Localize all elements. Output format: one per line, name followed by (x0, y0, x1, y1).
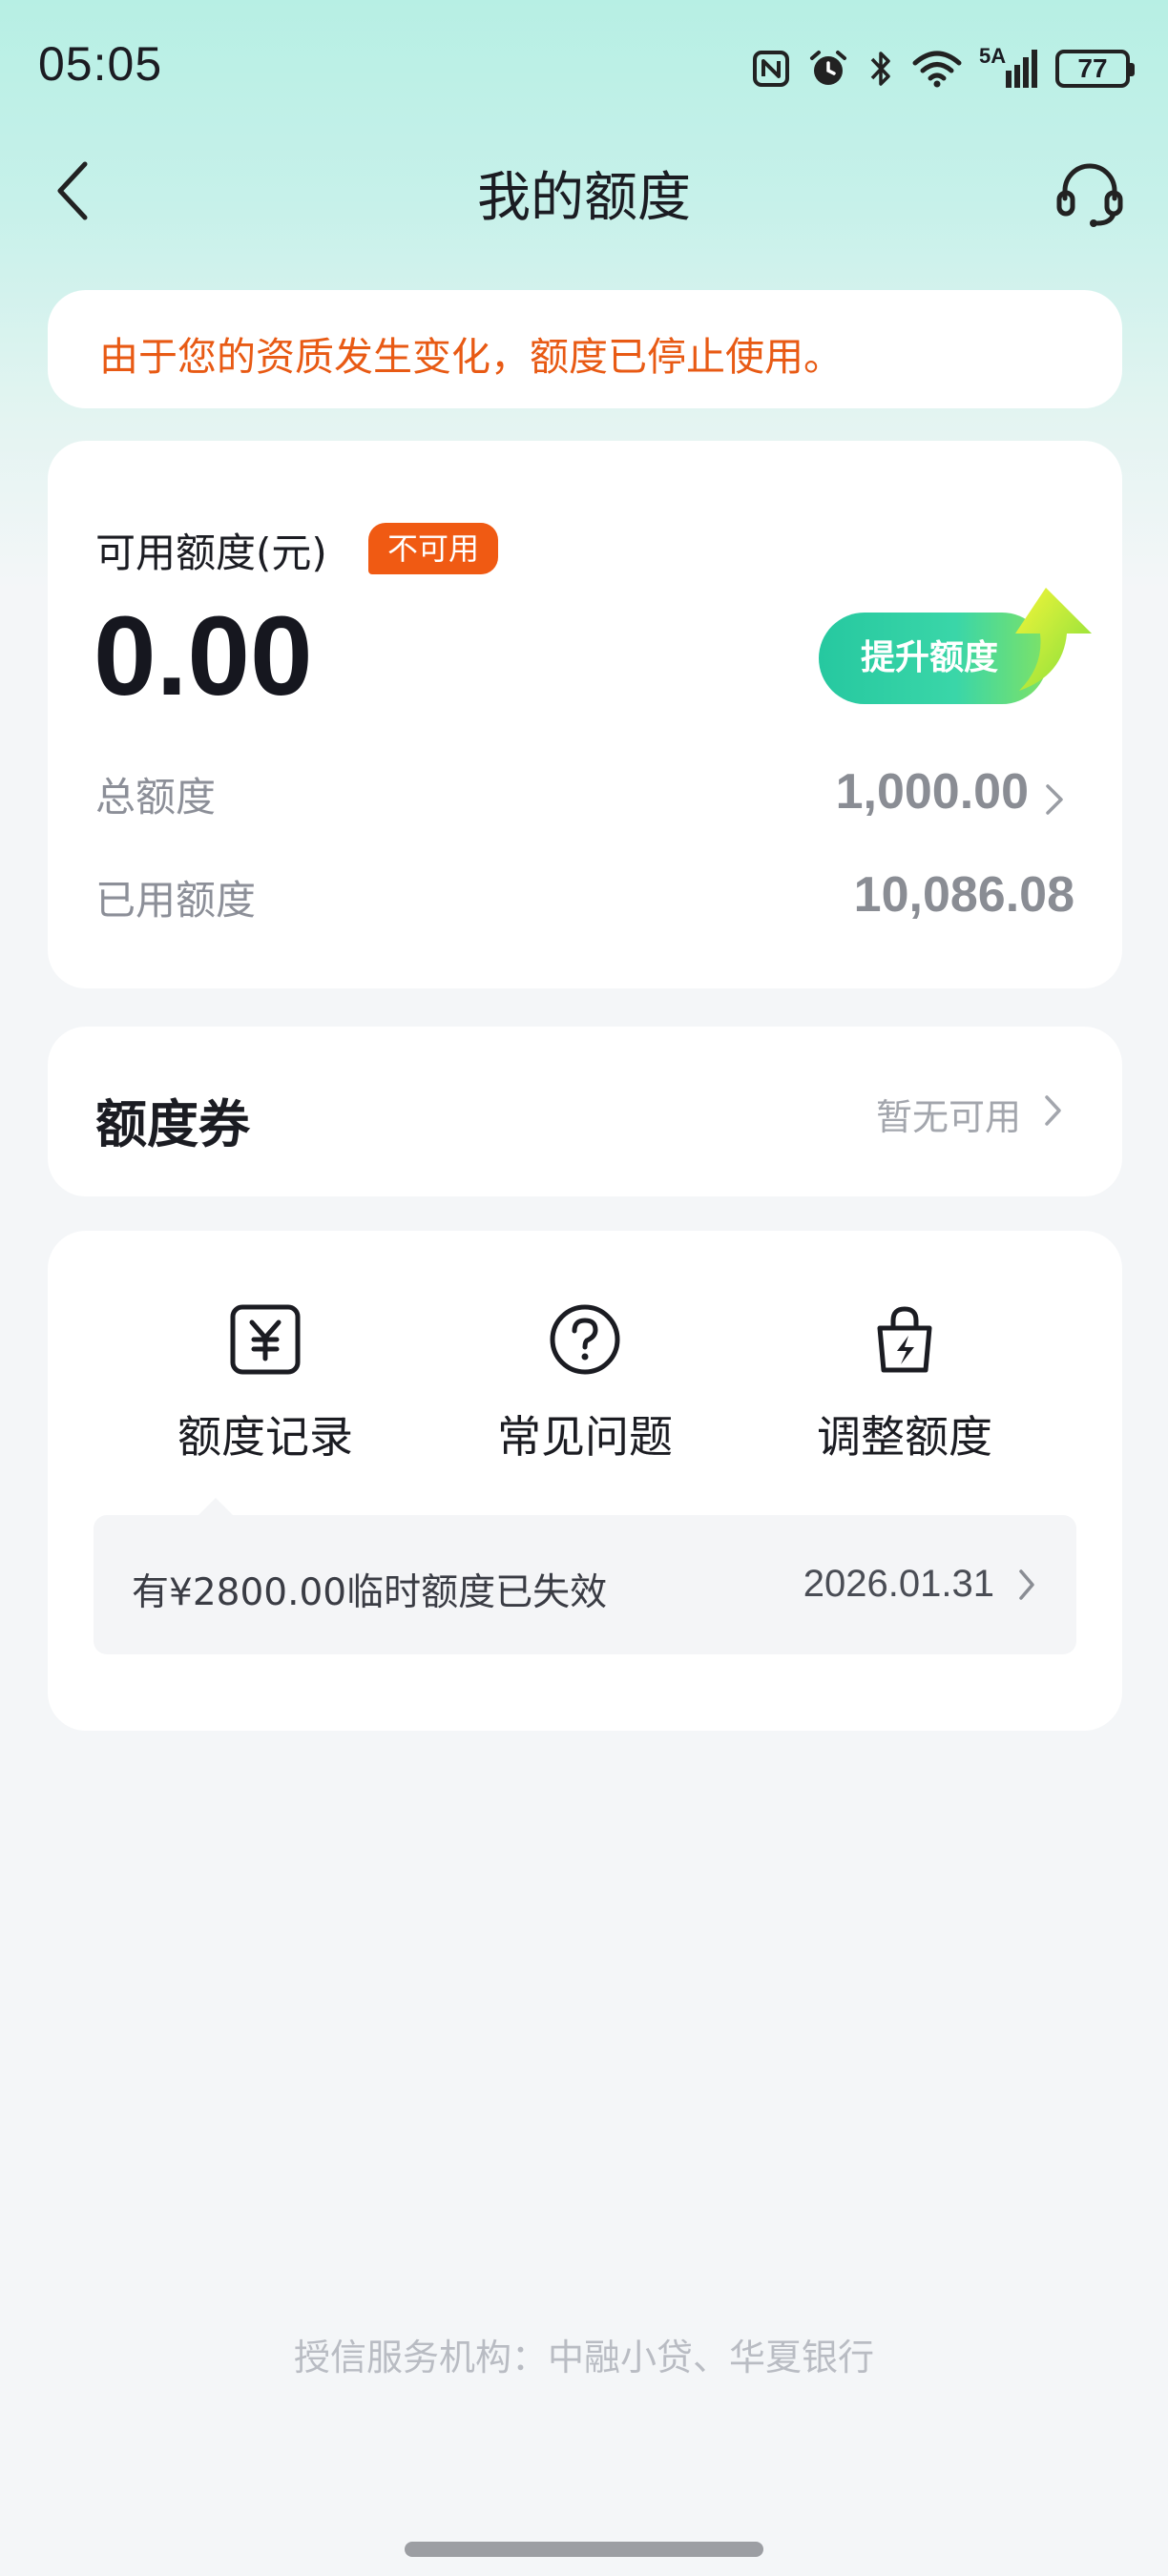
notice-text: 由于您的资质发生变化，额度已停止使用。 (99, 334, 843, 380)
actions-card: 额度记录 常见问题 调整额度 有¥2800.00临时额度已失效 2026.01.… (48, 1231, 1122, 1731)
nav-bar: 我的额度 (0, 134, 1168, 248)
battery-icon: 77 (1055, 50, 1135, 88)
nfc-icon (753, 51, 789, 87)
chevron-right-icon (1045, 1095, 1061, 1126)
tip-pointer (197, 1498, 235, 1517)
bag-lightning-icon (877, 1306, 932, 1373)
faq-button[interactable]: 常见问题 (461, 1299, 709, 1490)
status-time: 05:05 (38, 37, 163, 91)
tip-date: 2026.01.31 (803, 1563, 994, 1605)
wifi-icon (912, 51, 962, 88)
quota-coupon-card[interactable]: 额度券 暂无可用 (48, 1027, 1122, 1196)
coupon-status: 暂无可用 (875, 1096, 1021, 1138)
credit-institution-footer: 授信服务机构：中融小贷、华夏银行 (293, 2337, 874, 2379)
quota-card: 可用额度(元) 不可用 0.00 提升额度 总额度 1,000.00 已用额度 … (48, 441, 1122, 988)
quota-record-button[interactable]: 额度记录 (141, 1299, 389, 1490)
status-icons: 5A 77 (752, 42, 1135, 95)
chevron-right-icon (1046, 784, 1063, 815)
question-circle-icon (550, 1304, 620, 1375)
tip-text: 有¥2800.00临时额度已失效 (132, 1571, 608, 1614)
available-quota-label: 可用额度(元) (95, 530, 327, 576)
home-indicator[interactable] (405, 2542, 763, 2557)
notice-card: 由于您的资质发生变化，额度已停止使用。 (48, 290, 1122, 408)
coupon-title: 额度券 (95, 1094, 250, 1154)
headset-icon[interactable] (1053, 156, 1126, 229)
signal-icon: 5A (979, 44, 1038, 90)
chevron-right-icon (1019, 1569, 1034, 1600)
status-bar: 05:05 5A 77 (0, 0, 1168, 134)
action-label: 常见问题 (497, 1411, 673, 1463)
available-quota-amount: 0.00 (94, 593, 313, 719)
total-quota-value[interactable]: 1,000.00 (836, 763, 1029, 821)
action-label: 额度记录 (177, 1411, 353, 1463)
bluetooth-icon (870, 52, 890, 86)
total-quota-label: 总额度 (95, 774, 217, 821)
used-quota-value: 10,086.08 (853, 867, 1074, 923)
used-quota-label: 已用额度 (95, 877, 257, 924)
expired-temporary-quota-row[interactable]: 有¥2800.00临时额度已失效 2026.01.31 (94, 1515, 1076, 1654)
page-title: 我的额度 (477, 167, 691, 229)
alarm-icon (810, 51, 846, 85)
adjust-quota-button[interactable]: 调整额度 (781, 1299, 1029, 1490)
status-badge: 不可用 (368, 523, 499, 574)
yuan-record-icon (230, 1304, 301, 1375)
arrow-up-icon (1015, 588, 1092, 691)
battery-level: 77 (1077, 53, 1108, 83)
action-label: 调整额度 (817, 1411, 992, 1463)
